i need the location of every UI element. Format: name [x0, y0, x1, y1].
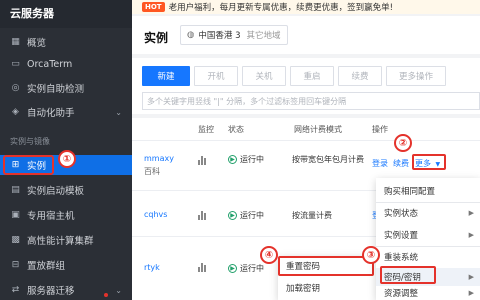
status-running: ▶ 运行中	[228, 154, 264, 165]
column-header-billing[interactable]: 网络计费模式	[294, 124, 342, 135]
renew-button[interactable]: 续费	[338, 66, 382, 86]
instance-name-sub: 百科	[144, 167, 160, 176]
login-link[interactable]: 登录	[372, 158, 388, 169]
chevron-right-icon: ▶	[468, 231, 474, 239]
terminal-icon: ▭	[11, 59, 20, 69]
highlight-box-password-key	[380, 266, 436, 284]
menu-item-resize[interactable]: 资源调整 ▶	[376, 286, 480, 300]
promo-banner[interactable]: HOT 老用户福利，每月更新专属优惠，续费更优惠，签到赢免单!	[132, 0, 480, 14]
sidebar-item-orcaterm[interactable]: ▭ OrcaTerm	[0, 54, 132, 74]
sidebar-item-label: 服务器迁移	[27, 286, 75, 297]
status-running: ▶ 运行中	[228, 263, 264, 274]
region-selector[interactable]: ◍ 中国香港 3 其它地域	[180, 25, 288, 45]
notification-dot	[104, 293, 108, 297]
promo-text: 老用户福利，每月更新专属优惠，续费更优惠，签到赢免单!	[168, 3, 394, 13]
more-actions-button[interactable]: 更多操作	[386, 66, 446, 86]
menu-item-buy-same[interactable]: 购买相同配置	[376, 182, 480, 200]
column-header-monitor: 监控	[198, 125, 214, 134]
robot-icon: ◈	[12, 107, 19, 117]
highlight-box-reset-password	[278, 256, 374, 276]
sidebar-item-launch-template[interactable]: ▤ 实例启动模板	[0, 180, 132, 200]
sidebar-item-label: 实例自助检测	[27, 84, 85, 95]
status-running: ▶ 运行中	[228, 210, 264, 221]
sidebar-item-overview[interactable]: ▦ 概览	[0, 32, 132, 52]
load-key-item[interactable]: 加载密钥	[278, 278, 380, 298]
instance-name-link[interactable]: mmaxy	[144, 154, 174, 163]
sidebar-item-label: 高性能计算集群	[27, 236, 94, 247]
stop-button[interactable]: 关机	[242, 66, 286, 86]
main-content: HOT 老用户福利，每月更新专属优惠，续费更优惠，签到赢免单! 实例 ◍ 中国香…	[132, 0, 480, 300]
create-button[interactable]: 新建	[142, 66, 190, 86]
sidebar-item-label: 实例启动模板	[27, 186, 85, 197]
search-input[interactable]: 多个关键字用竖线 "|" 分隔，多个过滤标签用回车键分隔	[142, 92, 480, 110]
chevron-right-icon: ▶	[468, 273, 474, 281]
running-icon: ▶	[228, 155, 237, 164]
globe-icon: ◍	[187, 30, 195, 40]
app-window: 云服务器 ▦ 概览 ▭ OrcaTerm ◎ 实例自助检测 ◈ 自动化助手 ⌄ …	[0, 0, 480, 300]
sidebar-item-placement-group[interactable]: ⊟ 置放群组	[0, 255, 132, 275]
template-icon: ▤	[11, 185, 20, 195]
monitor-chart-icon[interactable]	[198, 263, 206, 272]
page-header: 实例 ◍ 中国香港 3 其它地域	[132, 16, 480, 54]
sidebar-item-automation[interactable]: ◈ 自动化助手 ⌄	[0, 102, 132, 122]
instance-name-link[interactable]: rtyk	[144, 263, 160, 272]
monitor-chart-icon[interactable]	[198, 211, 206, 220]
sidebar-item-hpc-cluster[interactable]: ▩ 高性能计算集群	[0, 230, 132, 250]
menu-item-instance-status[interactable]: 实例状态 ▶	[376, 204, 480, 222]
step-badge-4: ④	[260, 246, 278, 264]
step-badge-1: ①	[58, 150, 76, 168]
sidebar-brand: 云服务器	[0, 0, 132, 28]
sidebar-item-label: OrcaTerm	[27, 58, 73, 70]
start-button[interactable]: 开机	[194, 66, 238, 86]
menu-divider	[376, 246, 480, 247]
hot-badge: HOT	[142, 2, 165, 12]
chevron-down-icon: ⌄	[115, 107, 122, 117]
chevron-down-icon: ⌄	[115, 285, 122, 295]
billing-mode: 按流量计费	[292, 211, 332, 220]
menu-item-instance-settings[interactable]: 实例设置 ▶	[376, 226, 480, 244]
cluster-icon: ▩	[11, 235, 20, 245]
menu-divider	[376, 202, 480, 203]
billing-mode: 按带宽包年包月计费	[292, 155, 364, 164]
step-badge-2: ②	[394, 134, 412, 152]
chevron-right-icon: ▶	[468, 289, 474, 297]
highlight-box-more	[412, 154, 446, 170]
column-header-status[interactable]: 状态	[228, 124, 244, 135]
monitor-chart-icon[interactable]	[198, 156, 206, 165]
group-icon: ⊟	[11, 260, 20, 270]
toolbar: 新建 开机 关机 重启 续费 更多操作 多个关键字用竖线 "|" 分隔，多个过滤…	[132, 58, 480, 114]
step-badge-3: ③	[362, 246, 380, 264]
host-icon: ▣	[11, 210, 20, 220]
column-header-ops: 操作	[372, 125, 388, 134]
instance-name-link[interactable]: cqhvs	[144, 210, 167, 219]
running-icon: ▶	[228, 264, 237, 273]
grid-icon: ▦	[11, 37, 20, 47]
highlight-box-instances	[3, 155, 54, 175]
sidebar-item-label: 概览	[27, 38, 47, 49]
sidebar-section-label: 实例与镜像	[10, 137, 50, 146]
page-title: 实例	[144, 31, 169, 45]
table-divider	[132, 140, 480, 141]
sidebar-item-self-check[interactable]: ◎ 实例自助检测	[0, 78, 132, 98]
check-icon: ◎	[11, 83, 20, 93]
sidebar-item-label: 专用宿主机	[27, 211, 75, 222]
other-region-label: 其它地域	[246, 31, 281, 41]
sidebar-item-label: 置放群组	[27, 261, 66, 272]
renew-link[interactable]: 续费	[393, 158, 409, 169]
sidebar-item-label: 自动化助手	[27, 108, 75, 119]
running-icon: ▶	[228, 211, 237, 220]
restart-button[interactable]: 重启	[290, 66, 334, 86]
region-label: 中国香港 3	[198, 31, 241, 41]
chevron-right-icon: ▶	[468, 209, 474, 217]
sidebar-item-migration[interactable]: ⇄ 服务器迁移 ⌄	[0, 280, 132, 300]
menu-item-reinstall[interactable]: 重装系统	[376, 248, 480, 266]
migrate-icon: ⇄	[11, 285, 20, 295]
sidebar-item-dedicated-host[interactable]: ▣ 专用宿主机	[0, 205, 132, 225]
